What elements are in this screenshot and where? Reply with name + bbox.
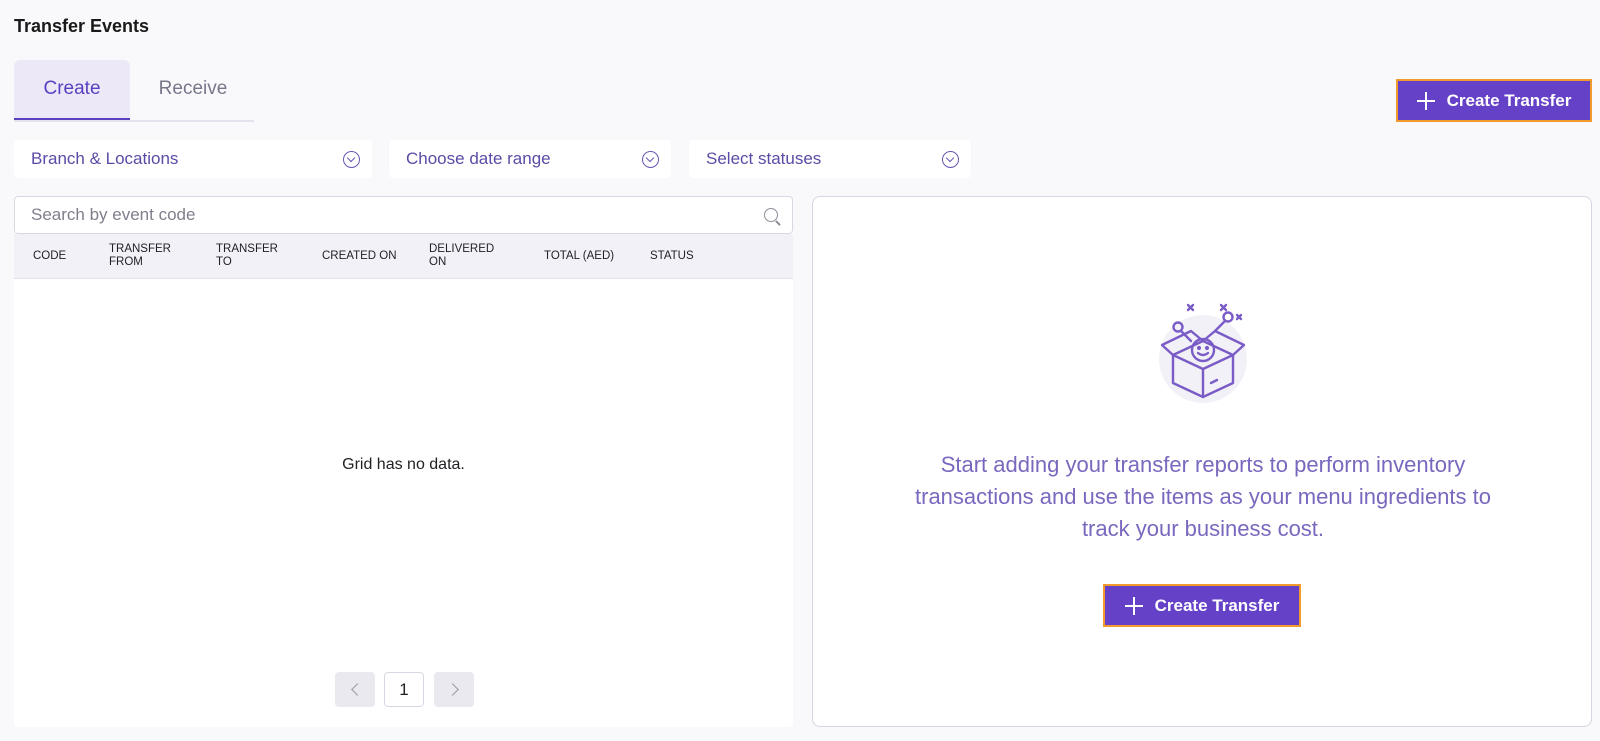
column-status[interactable]: STATUS (650, 234, 730, 278)
search-box (14, 196, 793, 234)
chevron-down-icon (343, 150, 360, 168)
create-transfer-button[interactable]: Create Transfer (1396, 79, 1592, 122)
chevron-right-icon (445, 683, 459, 696)
tab-create[interactable]: Create (14, 60, 130, 120)
chevron-down-icon (942, 150, 959, 168)
chevron-down-icon (642, 150, 659, 168)
column-delivered-on[interactable]: DELIVERED ON (429, 234, 499, 278)
page-number-button[interactable]: 1 (384, 672, 424, 707)
page-title: Transfer Events (14, 16, 150, 36)
column-total-aed[interactable]: TOTAL (AED) (544, 234, 644, 278)
transfer-events-grid: CODE TRANSFER FROM TRANSFER TO CREATED O… (14, 196, 793, 727)
tab-receive[interactable]: Receive (132, 60, 254, 118)
create-transfer-center-label: Create Transfer (1154, 595, 1280, 615)
previous-page-button[interactable] (335, 672, 375, 707)
chevron-left-icon (350, 683, 364, 696)
column-code[interactable]: CODE (33, 234, 103, 278)
empty-box-illustration (1159, 303, 1247, 403)
status-filter-label: Select statuses (706, 149, 822, 168)
empty-state-panel: Start adding your transfer reports to pe… (812, 196, 1592, 727)
column-transfer-to[interactable]: TRANSFER TO (216, 234, 286, 278)
branch-locations-filter[interactable]: Branch & Locations (14, 140, 372, 178)
grid-empty-message: Grid has no data. (342, 456, 465, 473)
branch-filter-label: Branch & Locations (31, 149, 179, 168)
next-page-button[interactable] (434, 672, 474, 707)
plus-icon (1416, 91, 1435, 110)
column-transfer-from[interactable]: TRANSFER FROM (109, 234, 189, 278)
date-range-filter[interactable]: Choose date range (389, 140, 671, 178)
create-transfer-label: Create Transfer (1446, 90, 1572, 110)
plus-icon (1124, 596, 1143, 615)
status-filter[interactable]: Select statuses (689, 140, 971, 178)
tab-bar: Create Receive (14, 60, 254, 122)
column-created-on[interactable]: CREATED ON (322, 234, 422, 278)
empty-state-message: Start adding your transfer reports to pe… (915, 452, 1491, 541)
date-filter-label: Choose date range (406, 149, 551, 168)
grid-header: CODE TRANSFER FROM TRANSFER TO CREATED O… (14, 234, 793, 279)
create-transfer-center-button[interactable]: Create Transfer (1103, 584, 1301, 627)
search-icon[interactable] (764, 208, 778, 222)
search-input[interactable] (31, 205, 764, 225)
